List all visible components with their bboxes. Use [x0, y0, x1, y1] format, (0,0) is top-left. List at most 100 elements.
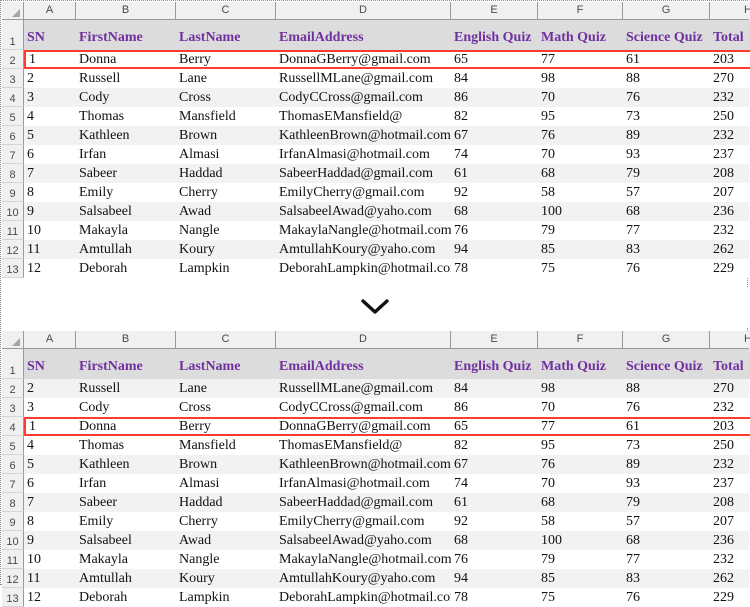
table-cell[interactable]: Makayla: [76, 550, 176, 569]
table-cell[interactable]: SalsabeelAwad@yaho.com: [276, 531, 451, 550]
row-header-7[interactable]: 7: [2, 145, 24, 164]
table-cell[interactable]: 250: [710, 107, 750, 126]
table-cell[interactable]: 237: [710, 474, 750, 493]
column-header-d[interactable]: D: [276, 331, 451, 348]
column-header-d[interactable]: D: [276, 2, 451, 19]
table-cell[interactable]: 65: [451, 50, 538, 69]
table-cell[interactable]: 100: [538, 531, 623, 550]
table-cell[interactable]: Almasi: [176, 145, 276, 164]
table-cell[interactable]: Koury: [176, 240, 276, 259]
field-header-cell[interactable]: LastName: [176, 349, 276, 379]
table-cell[interactable]: 68: [538, 493, 623, 512]
row-header-6[interactable]: 6: [2, 455, 24, 474]
table-cell[interactable]: Mansfield: [176, 436, 276, 455]
table-cell[interactable]: 74: [451, 474, 538, 493]
table-cell[interactable]: Cherry: [176, 512, 276, 531]
table-cell[interactable]: 8: [24, 183, 76, 202]
table-cell[interactable]: 65: [451, 417, 538, 436]
table-cell[interactable]: Russell: [76, 69, 176, 88]
table-cell[interactable]: Kathleen: [76, 455, 176, 474]
table-cell[interactable]: Lane: [176, 69, 276, 88]
table-cell[interactable]: CodyCCross@gmail.com: [276, 88, 451, 107]
field-header-cell[interactable]: Science Quiz: [623, 20, 710, 50]
table-cell[interactable]: Donna: [76, 417, 176, 436]
table-cell[interactable]: 98: [538, 379, 623, 398]
table-cell[interactable]: Lampkin: [176, 259, 276, 278]
table-cell[interactable]: ThomasEMansfield@: [276, 436, 451, 455]
field-header-cell[interactable]: EmailAddress: [276, 20, 451, 50]
table-cell[interactable]: Russell: [76, 379, 176, 398]
select-all-corner[interactable]: [2, 331, 24, 348]
column-header-b[interactable]: B: [76, 331, 176, 348]
field-header-cell[interactable]: FirstName: [76, 349, 176, 379]
table-cell[interactable]: 208: [710, 493, 750, 512]
row-header-11[interactable]: 11: [2, 550, 24, 569]
table-cell[interactable]: 207: [710, 183, 750, 202]
table-cell[interactable]: Thomas: [76, 436, 176, 455]
row-header-5[interactable]: 5: [2, 107, 24, 126]
table-cell[interactable]: MakaylaNangle@hotmail.com: [276, 221, 451, 240]
table-cell[interactable]: 67: [451, 126, 538, 145]
table-cell[interactable]: EmilyCherry@gmail.com: [276, 512, 451, 531]
table-cell[interactable]: IrfanAlmasi@hotmail.com: [276, 145, 451, 164]
column-header-e[interactable]: E: [451, 2, 538, 19]
table-cell[interactable]: 1: [24, 417, 76, 436]
table-cell[interactable]: Nangle: [176, 221, 276, 240]
table-cell[interactable]: 232: [710, 550, 750, 569]
table-cell[interactable]: 4: [24, 107, 76, 126]
table-cell[interactable]: Amtullah: [76, 569, 176, 588]
row-header-10[interactable]: 10: [2, 202, 24, 221]
row-header-2[interactable]: 2: [2, 50, 24, 69]
table-cell[interactable]: 9: [24, 531, 76, 550]
table-cell[interactable]: RussellMLane@gmail.com: [276, 379, 451, 398]
table-cell[interactable]: 84: [451, 379, 538, 398]
table-cell[interactable]: Sabeer: [76, 164, 176, 183]
column-header-a[interactable]: A: [24, 331, 76, 348]
table-cell[interactable]: 92: [451, 512, 538, 531]
table-cell[interactable]: 93: [623, 145, 710, 164]
table-cell[interactable]: 10: [24, 550, 76, 569]
table-cell[interactable]: 83: [623, 240, 710, 259]
table-cell[interactable]: 94: [451, 240, 538, 259]
table-cell[interactable]: MakaylaNangle@hotmail.com: [276, 550, 451, 569]
table-cell[interactable]: 3: [24, 88, 76, 107]
table-cell[interactable]: Irfan: [76, 145, 176, 164]
table-cell[interactable]: Lampkin: [176, 588, 276, 607]
table-cell[interactable]: 12: [24, 588, 76, 607]
table-cell[interactable]: 73: [623, 107, 710, 126]
row-header-3[interactable]: 3: [2, 398, 24, 417]
table-cell[interactable]: Awad: [176, 202, 276, 221]
table-cell[interactable]: 77: [623, 550, 710, 569]
table-cell[interactable]: 208: [710, 164, 750, 183]
row-header-8[interactable]: 8: [2, 164, 24, 183]
table-cell[interactable]: Berry: [176, 50, 276, 69]
column-header-g[interactable]: G: [623, 2, 710, 19]
column-header-e[interactable]: E: [451, 331, 538, 348]
table-cell[interactable]: 203: [710, 417, 750, 436]
table-cell[interactable]: 89: [623, 126, 710, 145]
table-cell[interactable]: Deborah: [76, 588, 176, 607]
table-cell[interactable]: 2: [24, 69, 76, 88]
table-cell[interactable]: Deborah: [76, 259, 176, 278]
table-cell[interactable]: 1: [24, 50, 76, 69]
table-cell[interactable]: 7: [24, 164, 76, 183]
table-cell[interactable]: 61: [451, 164, 538, 183]
table-cell[interactable]: Amtullah: [76, 240, 176, 259]
field-header-cell[interactable]: LastName: [176, 20, 276, 50]
table-cell[interactable]: Salsabeel: [76, 531, 176, 550]
column-header-f[interactable]: F: [538, 331, 623, 348]
table-cell[interactable]: Makayla: [76, 221, 176, 240]
table-cell[interactable]: 232: [710, 221, 750, 240]
table-cell[interactable]: 61: [623, 417, 710, 436]
row-header-12[interactable]: 12: [2, 569, 24, 588]
field-header-cell[interactable]: SN: [24, 20, 76, 50]
field-header-cell[interactable]: English Quiz: [451, 349, 538, 379]
table-cell[interactable]: 236: [710, 202, 750, 221]
table-cell[interactable]: SabeerHaddad@gmail.com: [276, 164, 451, 183]
table-cell[interactable]: Koury: [176, 569, 276, 588]
table-cell[interactable]: 98: [538, 69, 623, 88]
table-cell[interactable]: Haddad: [176, 164, 276, 183]
table-cell[interactable]: 70: [538, 474, 623, 493]
table-cell[interactable]: 68: [623, 202, 710, 221]
table-cell[interactable]: 68: [451, 531, 538, 550]
